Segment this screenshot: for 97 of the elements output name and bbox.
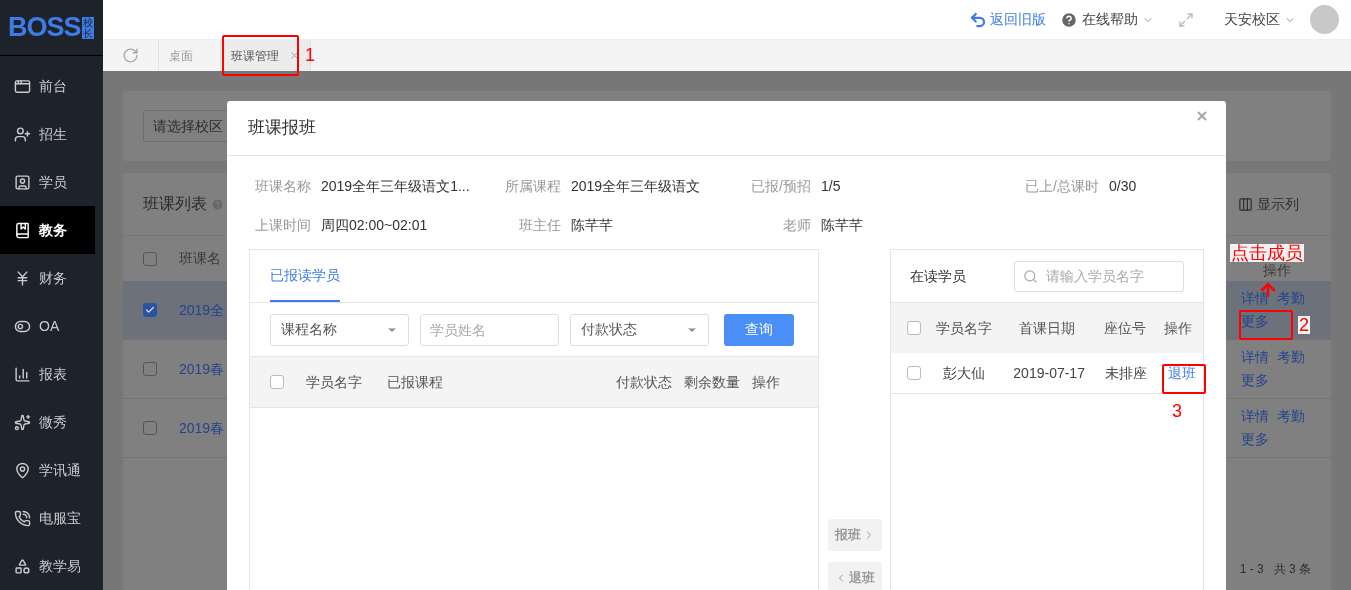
help-menu[interactable]: 在线帮助 bbox=[1060, 9, 1154, 30]
column-header: 已报课程 bbox=[387, 372, 444, 392]
highlight-frame bbox=[1162, 364, 1206, 394]
column-header: 操作 bbox=[1263, 262, 1291, 280]
sidebar-item[interactable]: 学员 bbox=[0, 158, 95, 206]
fullscreen-icon[interactable] bbox=[1178, 11, 1194, 28]
sidebar-item[interactable]: OA bbox=[0, 302, 95, 350]
campus-menu[interactable]: 天安校区 bbox=[1224, 9, 1296, 30]
panel-title: 在读学员 bbox=[910, 266, 967, 286]
sidebar-item[interactable]: 微秀 bbox=[0, 398, 95, 446]
dialog-title: 班课报班 bbox=[248, 117, 316, 140]
menu-icon bbox=[14, 509, 31, 527]
column-header: 班课名 bbox=[179, 249, 221, 268]
info-label: 老师 bbox=[782, 216, 811, 235]
undo-icon bbox=[969, 10, 987, 29]
checkbox[interactable] bbox=[143, 303, 157, 317]
columns-toggle[interactable]: 显示列 bbox=[1238, 193, 1299, 215]
table-cell-text: 彭大仙 bbox=[943, 363, 987, 383]
checkbox[interactable] bbox=[143, 362, 157, 376]
search-icon bbox=[1023, 268, 1038, 284]
checkbox[interactable] bbox=[270, 375, 284, 389]
logo: BOSS bbox=[8, 14, 81, 41]
sidebar-item[interactable]: 电服宝 bbox=[0, 494, 95, 542]
sidebar-item[interactable]: 学讯通 bbox=[0, 446, 95, 494]
menu-icon bbox=[14, 221, 31, 239]
action-link[interactable]: 考勤 bbox=[1277, 346, 1305, 369]
menu-icon bbox=[14, 125, 31, 143]
pagination-range: 1 - 3 bbox=[1239, 561, 1264, 578]
sidebar-item[interactable]: 报表 bbox=[0, 350, 95, 398]
checkbox[interactable] bbox=[907, 321, 922, 335]
step-number: 2 bbox=[1298, 316, 1310, 334]
menu-icon bbox=[14, 413, 31, 431]
info-label: 已报/预招 bbox=[750, 177, 811, 196]
checkbox[interactable] bbox=[143, 251, 157, 266]
sidebar-item[interactable]: 招生 bbox=[0, 110, 95, 158]
info-label: 已上/总课时 bbox=[1024, 177, 1099, 196]
info-value: 1/5 bbox=[821, 177, 841, 196]
info-value: 周四02:00~02:01 bbox=[321, 216, 428, 235]
table-cell-text: 2019-07-17 bbox=[1013, 363, 1086, 383]
annotation-text: 点击成员 bbox=[1230, 244, 1304, 262]
info-value: 陈芊芊 bbox=[571, 216, 613, 235]
column-header: 操作 bbox=[752, 372, 780, 392]
action-link[interactable]: 考勤 bbox=[1277, 405, 1305, 428]
refresh-icon[interactable] bbox=[122, 47, 139, 64]
column-header: 操作 bbox=[1164, 318, 1193, 338]
action-link[interactable]: 更多 bbox=[1241, 369, 1269, 392]
sidebar-item[interactable]: 教学易 bbox=[0, 542, 95, 590]
menu-icon bbox=[14, 77, 31, 95]
info-value: 陈芊芊 bbox=[821, 216, 863, 235]
close-icon[interactable] bbox=[289, 50, 300, 61]
table-cell-text: 未排座 bbox=[1105, 363, 1149, 383]
checkbox[interactable] bbox=[907, 366, 922, 380]
select-field[interactable]: 付款状态 bbox=[570, 313, 709, 346]
action-link[interactable]: 详情 bbox=[1241, 346, 1269, 369]
column-header: 剩余数量 bbox=[684, 372, 741, 392]
info-value: 2019全年三年级语文1... bbox=[321, 177, 470, 196]
column-header: 座位号 bbox=[1104, 318, 1148, 338]
info-label: 所属课程 bbox=[504, 177, 561, 196]
avatar[interactable] bbox=[1310, 5, 1339, 34]
pagination-total: 共 3 条 bbox=[1273, 561, 1311, 578]
action-link[interactable]: 详情 bbox=[1241, 405, 1269, 428]
logo-badge: 校长 bbox=[81, 16, 94, 39]
select-field[interactable]: 课程名称 bbox=[270, 313, 409, 346]
help-icon[interactable] bbox=[211, 197, 224, 211]
search-field[interactable]: 请输入学员名字 bbox=[1014, 260, 1184, 292]
menu-icon bbox=[14, 461, 31, 479]
column-header: 付款状态 bbox=[616, 372, 673, 392]
info-label: 班主任 bbox=[518, 216, 561, 235]
class-name-link[interactable]: 2019春 bbox=[179, 417, 225, 439]
help-icon bbox=[1060, 10, 1078, 29]
column-header: 学员名字 bbox=[306, 372, 363, 392]
input-field[interactable]: 学员姓名 bbox=[420, 313, 559, 346]
info-value: 0/30 bbox=[1109, 177, 1137, 196]
column-header: 首课日期 bbox=[1019, 318, 1077, 338]
class-name-link[interactable]: 2019春 bbox=[179, 358, 225, 380]
withdraw-link[interactable]: 退班 bbox=[1168, 362, 1197, 384]
action-link[interactable]: 更多 bbox=[1241, 428, 1269, 451]
menu-icon bbox=[14, 365, 31, 383]
checkbox[interactable] bbox=[143, 421, 157, 435]
info-label: 上课时间 bbox=[254, 216, 311, 235]
info-label: 班课名称 bbox=[254, 177, 311, 196]
menu-icon bbox=[14, 557, 31, 575]
sidebar-item[interactable]: 财务 bbox=[0, 254, 95, 302]
step-number: 3 bbox=[1172, 402, 1182, 420]
menu-icon bbox=[14, 173, 31, 191]
check-icon bbox=[145, 305, 155, 315]
sidebar-item[interactable]: 教务 bbox=[0, 206, 95, 254]
close-icon[interactable] bbox=[1195, 109, 1209, 123]
sidebar-item[interactable]: 前台 bbox=[0, 62, 95, 110]
info-value: 2019全年三年级语文 bbox=[571, 177, 701, 196]
column-header: 学员名字 bbox=[936, 318, 994, 338]
panel-tab[interactable]: 已报读学员 bbox=[270, 265, 340, 302]
back-link[interactable]: 返回旧版 bbox=[969, 9, 1046, 30]
columns-icon bbox=[1238, 196, 1253, 212]
highlight-frame bbox=[1239, 310, 1293, 340]
list-title: 班课列表 bbox=[143, 194, 207, 214]
query-button[interactable]: 查询 bbox=[724, 313, 794, 346]
